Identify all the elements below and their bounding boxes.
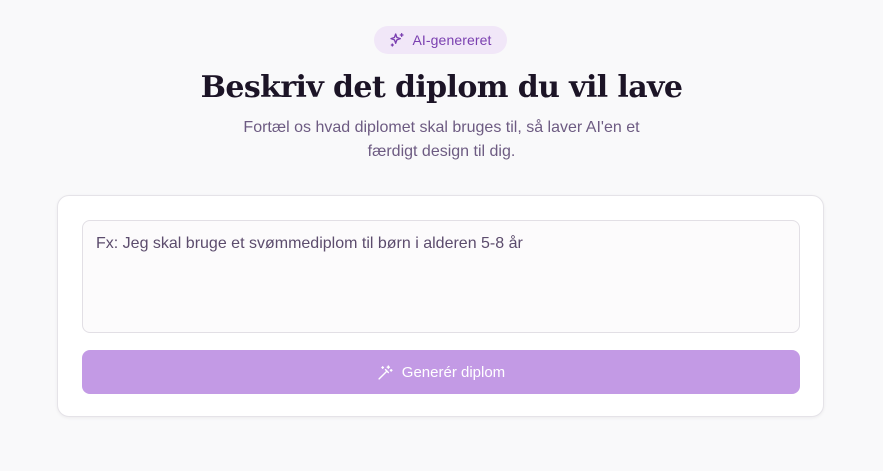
generate-diploma-label: Generér diplom [401,363,506,381]
magic-wand-icon [378,364,393,380]
page-title: Beskriv det diplom du vil lave [200,70,683,105]
sparkles-icon [390,33,405,47]
prompt-card: Generér diplom [57,195,824,417]
page-subtitle: Fortæl os hvad diplomet skal bruges til,… [243,119,640,160]
diploma-description-input[interactable] [82,220,800,333]
diploma-generator-page: AI-genereret Beskriv det diplom du vil l… [0,0,883,471]
ai-generated-label: AI-genereret [412,32,492,48]
generate-diploma-button[interactable]: Generér diplom [82,350,800,394]
ai-generated-badge: AI-genereret [374,26,507,54]
